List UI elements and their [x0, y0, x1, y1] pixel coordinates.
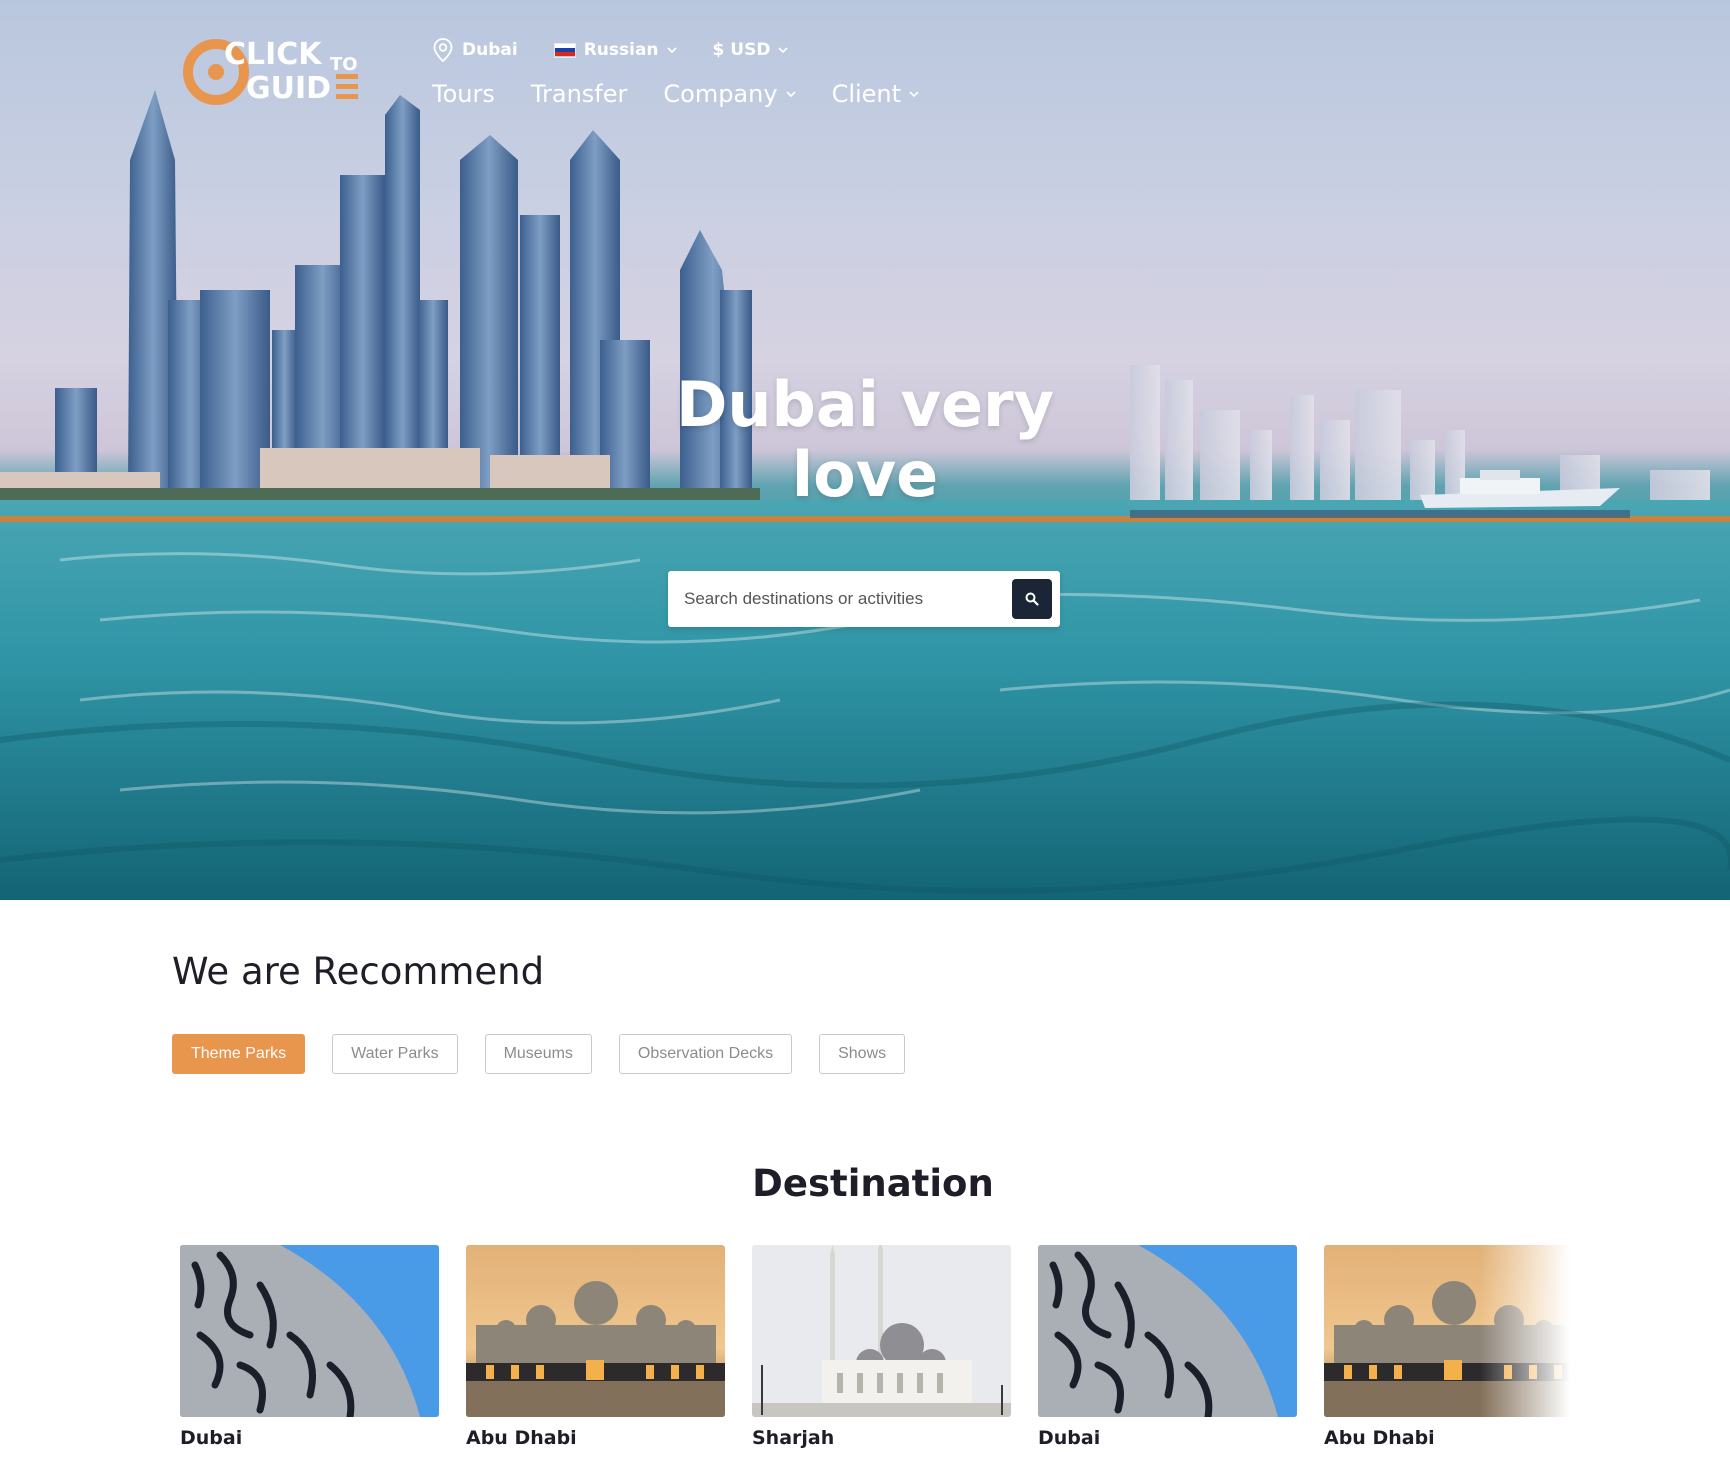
location-selector[interactable]: Dubai: [432, 37, 518, 63]
destination-title: Destination: [752, 1162, 994, 1205]
destination-name: Dubai: [180, 1427, 243, 1449]
chevron-down-icon: [785, 91, 796, 98]
search-button[interactable]: [1012, 579, 1052, 619]
nav-transfer-label: Transfer: [530, 80, 628, 108]
destination-card[interactable]: Abu Dhabi: [1324, 1245, 1570, 1472]
hero-banner: CLICK TO GUID Dubai Russian $ USD Tours …: [0, 0, 1730, 900]
destination-name: Abu Dhabi: [1324, 1427, 1435, 1449]
destination-name: Dubai: [1038, 1427, 1101, 1449]
destination-card[interactable]: Sharjah: [752, 1245, 1011, 1472]
destination-image: [752, 1245, 1011, 1417]
location-label: Dubai: [462, 40, 518, 60]
destination-image: [1038, 1245, 1297, 1417]
location-pin-icon: [433, 38, 453, 63]
nav-client-label: Client: [831, 80, 902, 108]
destination-card[interactable]: Abu Dhabi: [466, 1245, 725, 1472]
filter-observation-decks[interactable]: Observation Decks: [618, 1034, 793, 1074]
chevron-down-icon: [778, 47, 789, 54]
russia-flag-icon: [553, 42, 576, 58]
filter-shows[interactable]: Shows: [819, 1034, 906, 1074]
search-bar: [668, 571, 1060, 627]
destination-card[interactable]: Dubai: [180, 1245, 439, 1472]
currency-label: $ USD: [712, 40, 771, 60]
destination-carousel: Dubai Abu Dhabi Sharjah Dubai Abu Dhabi: [180, 1245, 1570, 1472]
currency-selector[interactable]: $ USD: [713, 40, 789, 60]
click-to-guide-logo[interactable]: CLICK TO GUID: [180, 34, 380, 106]
destination-image: [180, 1245, 439, 1417]
top-utility-bar: Dubai Russian $ USD: [432, 36, 789, 64]
nav-tours[interactable]: Tours: [432, 80, 495, 108]
chevron-down-icon: [666, 47, 677, 54]
nav-tours-label: Tours: [432, 80, 495, 108]
chevron-down-icon: [909, 91, 919, 98]
svg-text:CLICK: CLICK: [224, 37, 323, 72]
svg-text:TO: TO: [330, 54, 358, 75]
svg-text:GUID: GUID: [246, 71, 331, 106]
nav-client[interactable]: Client: [832, 80, 919, 108]
language-selector[interactable]: Russian: [553, 40, 677, 60]
destination-image: [466, 1245, 725, 1417]
search-icon: [1025, 592, 1039, 606]
nav-company-label: Company: [663, 80, 778, 108]
language-label: Russian: [583, 40, 659, 60]
main-nav: Tours Transfer Company Client: [432, 80, 955, 108]
destination-name: Abu Dhabi: [466, 1427, 577, 1449]
destination-name: Sharjah: [752, 1427, 835, 1449]
recommend-title: We are Recommend: [172, 950, 545, 993]
category-filters: Theme Parks Water Parks Museums Observat…: [172, 1034, 906, 1074]
nav-transfer[interactable]: Transfer: [531, 80, 628, 108]
filter-water-parks[interactable]: Water Parks: [332, 1034, 458, 1074]
hero-title: Dubai very love: [675, 368, 1055, 511]
nav-company[interactable]: Company: [663, 80, 796, 108]
destination-image: [1324, 1245, 1570, 1417]
filter-theme-parks[interactable]: Theme Parks: [172, 1034, 306, 1074]
filter-museums[interactable]: Museums: [484, 1034, 592, 1074]
destination-card[interactable]: Dubai: [1038, 1245, 1297, 1472]
search-input[interactable]: [684, 589, 1004, 609]
